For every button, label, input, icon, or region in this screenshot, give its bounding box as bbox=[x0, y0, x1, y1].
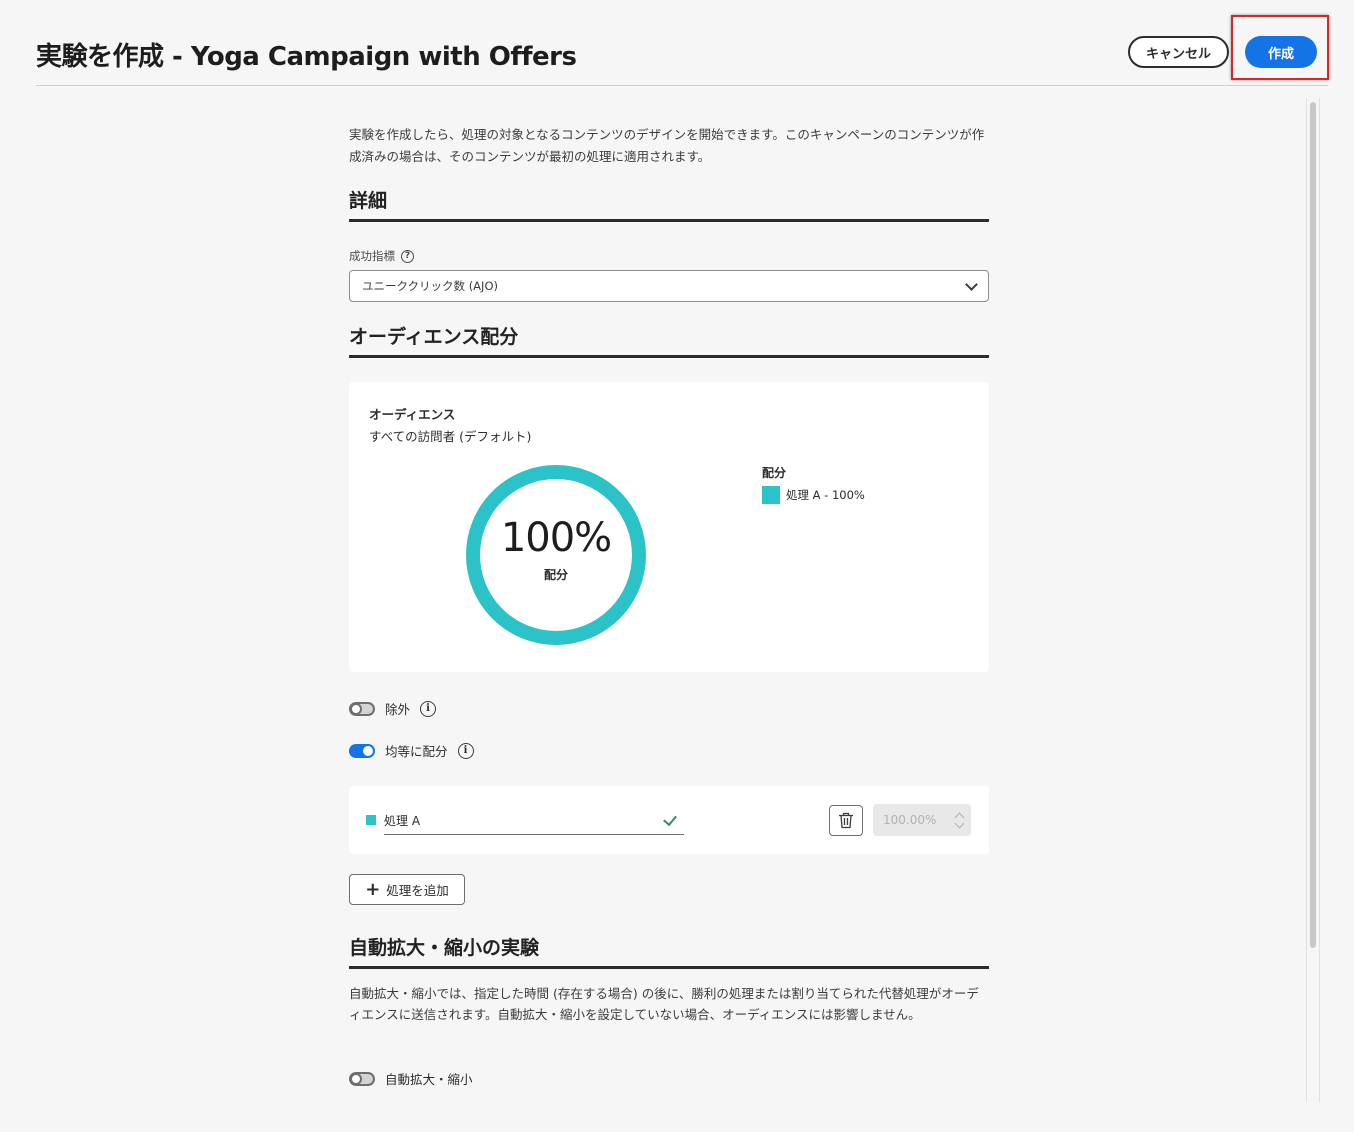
plus-icon: + bbox=[365, 878, 381, 900]
exclude-label: 除外 bbox=[385, 702, 411, 717]
legend-title: 配分 bbox=[762, 466, 787, 480]
legend-item-label: 処理 A - 100% bbox=[786, 488, 865, 502]
treatment-name-input[interactable]: 処理 A bbox=[384, 806, 684, 835]
help-icon[interactable]: ? bbox=[401, 249, 414, 263]
even-distribution-toggle[interactable] bbox=[349, 743, 375, 758]
info-icon[interactable]: i bbox=[420, 700, 437, 717]
intro-text: 実験を作成したら、処理の対象となるコンテンツのデザインを開始できます。このキャン… bbox=[349, 127, 985, 164]
page-title: 実験を作成 - Yoga Campaign with Offers bbox=[36, 42, 577, 72]
donut-percent: 100% bbox=[500, 515, 612, 561]
trash-icon bbox=[839, 812, 853, 829]
even-distribution-label: 均等に配分 bbox=[385, 744, 448, 759]
audience-allocation-heading: オーディエンス配分 bbox=[349, 322, 989, 358]
details-heading: 詳細 bbox=[349, 186, 989, 222]
treatment-name: 処理 A bbox=[384, 813, 421, 828]
delete-treatment-button[interactable] bbox=[829, 805, 863, 836]
donut-sublabel: 配分 bbox=[543, 568, 568, 582]
treatment-card: 処理 A 100.00% bbox=[349, 786, 989, 854]
exclude-toggle-row: 除外 i bbox=[349, 699, 437, 718]
page-header: 実験を作成 - Yoga Campaign with Offers キャンセル … bbox=[36, 0, 1328, 86]
treatment-color-swatch bbox=[366, 815, 376, 825]
legend-swatch bbox=[762, 486, 780, 504]
checkmark-icon bbox=[663, 811, 677, 827]
chevron-down-icon bbox=[965, 278, 978, 291]
allocation-donut-chart: 100% 配分 bbox=[466, 465, 646, 645]
auto-scaling-heading: 自動拡大・縮小の実験 bbox=[349, 933, 989, 969]
audience-card: オーディエンス すべての訪問者 (デフォルト) 100% 配分 配分 処理 A … bbox=[349, 382, 989, 672]
success-metric-label-text: 成功指標 bbox=[349, 249, 395, 263]
success-metric-value: ユニーククリック数 (AJO) bbox=[362, 279, 498, 293]
add-treatment-button[interactable]: + 処理を追加 bbox=[349, 874, 465, 905]
info-icon[interactable]: i bbox=[457, 742, 474, 759]
exclude-toggle[interactable] bbox=[349, 701, 375, 716]
scrollbar-thumb[interactable] bbox=[1310, 102, 1316, 948]
success-metric-label: 成功指標 ? bbox=[349, 248, 414, 264]
add-treatment-label: 処理を追加 bbox=[386, 883, 449, 898]
cancel-button[interactable]: キャンセル bbox=[1128, 36, 1229, 68]
success-metric-select[interactable]: ユニーククリック数 (AJO) bbox=[349, 270, 989, 302]
treatment-percent: 100.00% bbox=[883, 813, 937, 827]
stepper-down-icon[interactable] bbox=[954, 818, 965, 829]
treatment-percent-field[interactable]: 100.00% bbox=[873, 804, 971, 836]
auto-scaling-label: 自動拡大・縮小 bbox=[385, 1072, 473, 1087]
auto-scaling-toggle-row: 自動拡大・縮小 bbox=[349, 1069, 473, 1088]
auto-scaling-toggle[interactable] bbox=[349, 1071, 375, 1086]
create-button-highlight bbox=[1231, 15, 1329, 80]
auto-scaling-description: 自動拡大・縮小では、指定した時間 (存在する場合) の後に、勝利の処理または割り… bbox=[349, 986, 979, 1022]
audience-label: オーディエンス bbox=[369, 407, 456, 422]
audience-value: すべての訪問者 (デフォルト) bbox=[369, 429, 532, 444]
legend-item: 処理 A - 100% bbox=[762, 486, 865, 504]
even-distribution-toggle-row: 均等に配分 i bbox=[349, 741, 474, 760]
scrollbar[interactable] bbox=[1306, 98, 1320, 1102]
